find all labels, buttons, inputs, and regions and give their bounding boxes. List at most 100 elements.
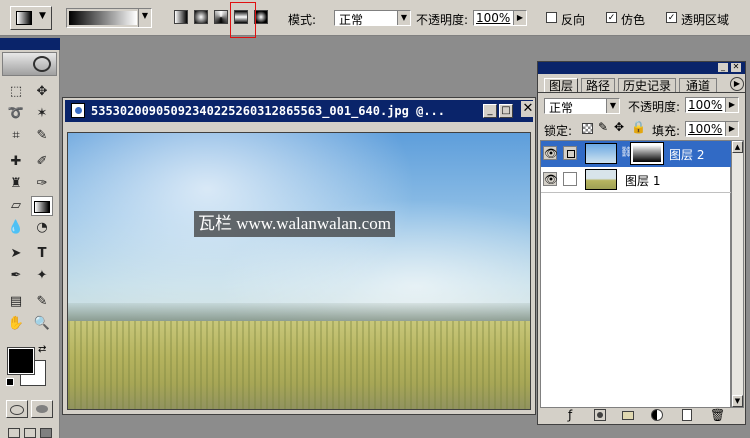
- healing-brush-tool-icon[interactable]: ✚: [5, 152, 27, 172]
- dither-checkbox[interactable]: ✓: [606, 12, 617, 23]
- tab-channels[interactable]: 通道: [679, 78, 717, 93]
- layer-row-layer2[interactable]: 👁 ⛓ 图层 2: [541, 141, 731, 167]
- palette-menu-icon[interactable]: ▶: [730, 77, 744, 91]
- move-tool-icon[interactable]: ✥: [31, 82, 53, 102]
- gradient-tool-button[interactable]: [31, 196, 53, 216]
- watermark-text: 瓦栏 www.walanwalan.com: [198, 214, 391, 233]
- layer-row-layer1[interactable]: 👁 图层 1: [541, 167, 731, 193]
- layer-mask-thumbnail[interactable]: [630, 142, 664, 165]
- layers-palette: _ ✕ 图层 路径 历史记录 通道 ▶ 正常 ▼ 不透明度: 100% ▶ 锁定…: [537, 61, 746, 425]
- layer-link-slot[interactable]: [563, 172, 577, 186]
- palette-minimize-button[interactable]: _: [718, 63, 728, 72]
- gradient-picker[interactable]: ▼: [66, 8, 152, 28]
- default-colors-icon[interactable]: [6, 378, 14, 386]
- tool-preset-picker[interactable]: ▼: [10, 6, 52, 30]
- opacity-value: 100%: [476, 11, 511, 25]
- quick-mask-button[interactable]: [31, 400, 53, 418]
- pen-tool-icon[interactable]: ✒: [5, 266, 27, 286]
- document-titlebar[interactable]: 5353020090509234022526031286556З_001_640…: [65, 100, 533, 122]
- blend-mode-dropdown[interactable]: 正常 ▼: [544, 98, 620, 115]
- chevron-down-icon: ▼: [606, 99, 619, 113]
- toolbox-logo: [2, 52, 57, 76]
- angle-gradient-icon[interactable]: [214, 10, 228, 24]
- lock-image-icon[interactable]: ✎: [598, 120, 608, 134]
- scroll-down-icon[interactable]: ▼: [732, 395, 743, 407]
- type-tool-icon[interactable]: T: [31, 244, 53, 264]
- screen-mode-menu-icon[interactable]: [24, 428, 36, 438]
- mode-dropdown[interactable]: 正常 ▼: [334, 10, 411, 27]
- brush-link-icon[interactable]: [563, 146, 577, 160]
- lock-all-icon[interactable]: 🔒: [631, 120, 646, 134]
- blend-mode-value: 正常: [549, 101, 574, 115]
- mode-label: 模式:: [288, 13, 317, 27]
- linear-gradient-icon[interactable]: [174, 10, 188, 24]
- tab-divider: [538, 92, 745, 93]
- custom-shape-tool-icon[interactable]: ✦: [31, 266, 53, 286]
- feather-logo-icon: [33, 56, 51, 72]
- standard-mode-button[interactable]: [6, 400, 28, 418]
- visibility-eye-icon[interactable]: 👁: [543, 172, 558, 186]
- brush-tool-icon[interactable]: ✐: [31, 152, 53, 172]
- opacity-label: 不透明度:: [416, 13, 469, 27]
- rapeseed-field-image: [68, 321, 530, 409]
- tab-history[interactable]: 历史记录: [618, 78, 676, 93]
- transparency-label: 透明区域: [681, 13, 730, 27]
- add-mask-icon[interactable]: [594, 409, 606, 421]
- visibility-eye-icon[interactable]: 👁: [543, 146, 558, 160]
- lock-transparency-icon[interactable]: [582, 123, 593, 134]
- tab-layers[interactable]: 图层: [544, 78, 578, 93]
- document-window: 5353020090509234022526031286556З_001_640…: [62, 97, 536, 415]
- clone-stamp-tool-icon[interactable]: ♜: [5, 174, 27, 194]
- layer-style-icon[interactable]: ƒ: [568, 408, 572, 422]
- foreground-color-swatch[interactable]: [7, 347, 35, 375]
- fill-field[interactable]: 100% ▶: [685, 121, 739, 137]
- transparency-checkbox[interactable]: ✓: [666, 12, 677, 23]
- layer-opacity-field[interactable]: 100% ▶: [685, 97, 739, 113]
- chevron-down-icon: ▼: [397, 11, 410, 25]
- chevron-down-icon[interactable]: ▼: [138, 9, 151, 27]
- radial-gradient-icon[interactable]: [194, 10, 208, 24]
- tab-paths[interactable]: 路径: [581, 78, 615, 93]
- lock-position-icon[interactable]: ✥: [614, 120, 624, 134]
- chevron-right-icon[interactable]: ▶: [513, 11, 526, 25]
- layer-list-scrollbar[interactable]: ▲ ▼: [731, 140, 744, 408]
- slice-tool-icon[interactable]: ✎: [31, 126, 53, 146]
- crop-tool-icon[interactable]: ⌗: [5, 126, 27, 146]
- full-screen-mode-icon[interactable]: [40, 428, 52, 438]
- chevron-right-icon[interactable]: ▶: [725, 98, 738, 112]
- dodge-tool-icon[interactable]: ◔: [31, 218, 53, 238]
- maximize-button[interactable]: □: [499, 104, 513, 118]
- magic-wand-tool-icon[interactable]: ✶: [31, 104, 53, 124]
- notes-tool-icon[interactable]: ▤: [5, 292, 27, 312]
- history-brush-tool-icon[interactable]: ✑: [31, 174, 53, 194]
- eyedropper-tool-icon[interactable]: ✎: [31, 292, 53, 312]
- fill-label: 填充:: [652, 124, 681, 138]
- diamond-gradient-icon[interactable]: [254, 10, 268, 24]
- lasso-tool-icon[interactable]: ➰: [5, 104, 27, 124]
- layer-opacity-label: 不透明度:: [628, 100, 681, 114]
- trash-icon[interactable]: 🗑: [710, 408, 725, 422]
- new-group-icon[interactable]: [622, 411, 634, 420]
- adjustment-layer-icon[interactable]: [651, 409, 663, 421]
- document-canvas[interactable]: 瓦栏 www.walanwalan.com: [67, 132, 531, 410]
- scroll-up-icon[interactable]: ▲: [732, 141, 743, 153]
- close-icon[interactable]: ✕: [521, 101, 535, 117]
- swap-colors-icon[interactable]: ⇄: [38, 344, 46, 355]
- minimize-button[interactable]: _: [483, 104, 497, 118]
- eraser-tool-icon[interactable]: ▱: [5, 196, 27, 216]
- blur-tool-icon[interactable]: 💧: [5, 218, 27, 238]
- path-selection-tool-icon[interactable]: ➤: [5, 244, 27, 264]
- layers-bottom-toolbar: ƒ 🗑: [538, 408, 745, 424]
- opacity-field[interactable]: 100% ▶: [473, 10, 527, 26]
- chevron-right-icon[interactable]: ▶: [725, 122, 738, 136]
- new-layer-icon[interactable]: [682, 409, 692, 421]
- marquee-tool-icon[interactable]: ⬚: [5, 82, 27, 102]
- palette-close-button[interactable]: ✕: [731, 63, 741, 72]
- layer-name: 图层 1: [625, 174, 661, 188]
- watermark-label: 瓦栏 www.walanwalan.com: [194, 211, 395, 237]
- zoom-tool-icon[interactable]: 🔍: [31, 314, 53, 334]
- reverse-checkbox[interactable]: [546, 12, 557, 23]
- screen-mode-icon[interactable]: [8, 428, 20, 438]
- hand-tool-icon[interactable]: ✋: [5, 314, 27, 334]
- palette-titlebar[interactable]: _ ✕: [538, 62, 745, 74]
